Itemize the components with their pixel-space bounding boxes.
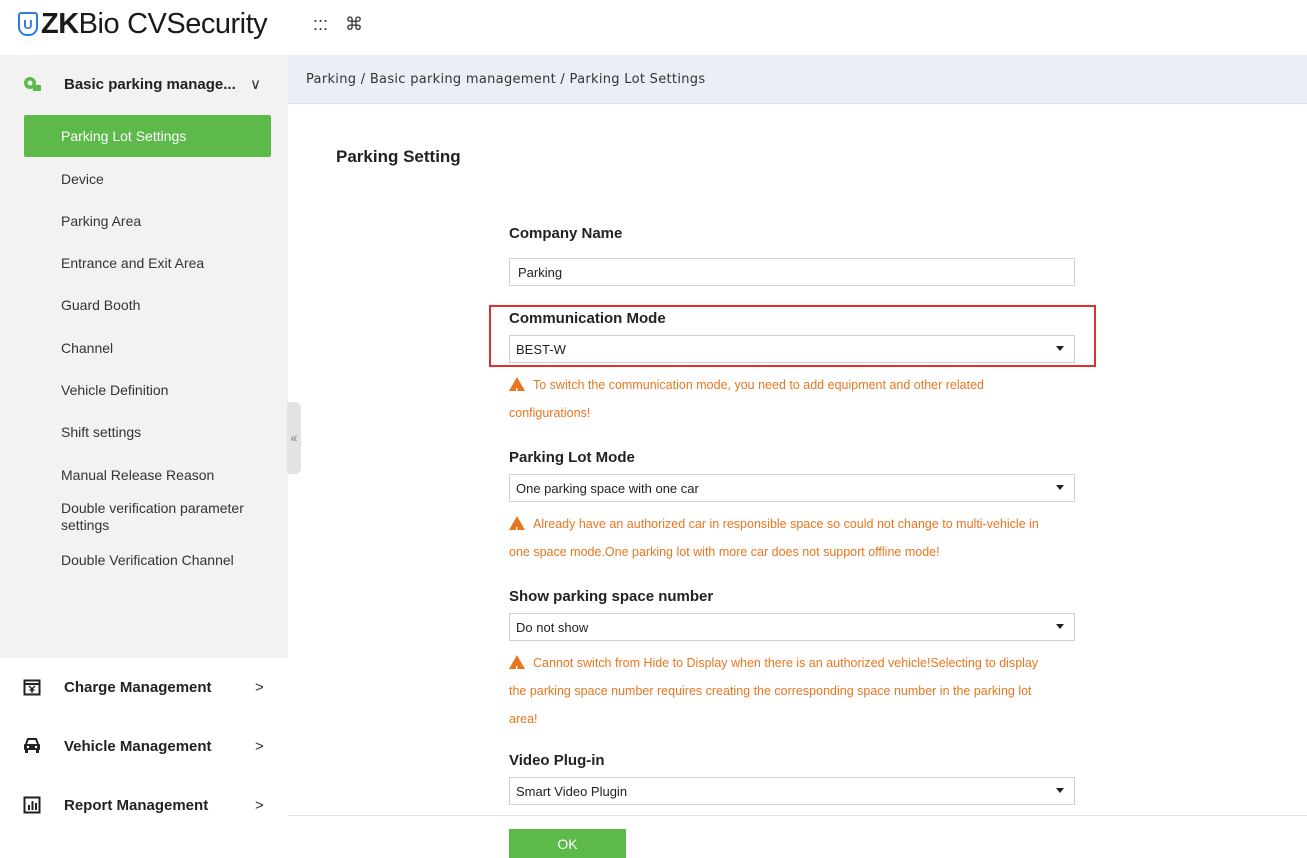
breadcrumb-bar: Parking / Basic parking management / Par… (288, 55, 1307, 104)
communication-mode-label: Communication Mode (509, 310, 666, 327)
sidebar: Basic parking manage... ∨ Parking Lot Se… (0, 55, 288, 858)
sidebar-item-shift-settings[interactable]: Shift settings (24, 411, 271, 453)
sidebar-item-parking-area[interactable]: Parking Area (24, 200, 271, 242)
sidebar-item-double-verification-params[interactable]: Double verification parameter settings (24, 496, 271, 538)
sidebar-item-guard-booth[interactable]: Guard Booth (24, 284, 271, 326)
sidebar-item-channel[interactable]: Channel (24, 327, 271, 369)
logo-zk-text: ZK (41, 7, 79, 40)
company-name-input[interactable] (509, 258, 1075, 286)
shield-logo-icon: U (18, 12, 38, 36)
parking-lot-mode-label: Parking Lot Mode (509, 449, 635, 466)
sidebar-item-parking-lot-settings[interactable]: Parking Lot Settings (24, 115, 271, 157)
communication-mode-value: BEST-W (516, 341, 566, 357)
sidebar-item-double-verification-channel[interactable]: Double Verification Channel (24, 539, 271, 581)
chevron-right-icon: > (255, 678, 264, 696)
top-header: U ZKBio CVSecurity ::: ⌘ (0, 0, 1307, 55)
chevron-down-icon: ∨ (250, 76, 261, 93)
sidebar-group-label: Report Management (64, 796, 209, 814)
warning-triangle-icon (509, 655, 525, 685)
sidebar-item-device[interactable]: Device (24, 158, 271, 200)
communication-mode-warning: To switch the communication mode, you ne… (509, 371, 1109, 427)
parking-lot-mode-value: One parking space with one car (516, 480, 699, 496)
show-space-number-label: Show parking space number (509, 588, 714, 605)
sidebar-item-entrance-exit-area[interactable]: Entrance and Exit Area (24, 242, 271, 284)
sidebar-group-charge-management[interactable]: Charge Management > (0, 666, 288, 708)
sidebar-group-basic-parking[interactable]: Basic parking manage... ∨ (0, 63, 288, 105)
ok-button[interactable]: OK (509, 829, 626, 858)
car-icon (22, 736, 42, 756)
show-space-number-value: Do not show (516, 619, 589, 635)
dropdown-arrow-icon (1056, 788, 1064, 793)
warning-triangle-icon (509, 516, 525, 546)
sidebar-module-list: Charge Management > Vehicle Management >… (0, 658, 288, 858)
command-icon[interactable]: ⌘ (345, 14, 363, 35)
communication-mode-select[interactable]: BEST-W (509, 335, 1075, 363)
sidebar-group-label: Basic parking manage... (64, 75, 236, 93)
footer-divider (288, 815, 1307, 816)
show-space-number-warning: Cannot switch from Hide to Display when … (509, 649, 1109, 733)
sidebar-item-vehicle-definition[interactable]: Vehicle Definition (24, 369, 271, 411)
dropdown-arrow-icon (1056, 485, 1064, 490)
sidebar-collapse-handle[interactable]: « (287, 402, 301, 474)
chevron-right-icon: > (255, 737, 264, 755)
parking-lot-mode-warning: Already have an authorized car in respon… (509, 510, 1109, 566)
video-plugin-select[interactable]: Smart Video Plugin (509, 777, 1075, 805)
logo-cvsecurity-text: CVSecurity (127, 7, 268, 40)
logo-bio-text: Bio (78, 7, 120, 40)
app-logo[interactable]: U ZKBio CVSecurity (18, 6, 268, 42)
apps-grid-icon[interactable]: ::: (313, 14, 328, 35)
charge-calendar-icon (22, 677, 42, 697)
sidebar-item-manual-release-reason[interactable]: Manual Release Reason (24, 454, 271, 496)
double-chevron-left-icon: « (290, 431, 298, 445)
sidebar-group-label: Charge Management (64, 678, 212, 696)
sidebar-group-label: Vehicle Management (64, 737, 212, 755)
company-name-label: Company Name (509, 225, 623, 242)
dropdown-arrow-icon (1056, 346, 1064, 351)
video-plugin-label: Video Plug-in (509, 752, 605, 769)
parking-lot-mode-select[interactable]: One parking space with one car (509, 474, 1075, 502)
page-title: Parking Setting (336, 147, 461, 166)
breadcrumb: Parking / Basic parking management / Par… (306, 72, 706, 87)
video-plugin-value: Smart Video Plugin (516, 783, 628, 799)
chevron-right-icon: > (255, 796, 264, 814)
sidebar-group-report-management[interactable]: Report Management > (0, 784, 288, 826)
dropdown-arrow-icon (1056, 624, 1064, 629)
show-space-number-select[interactable]: Do not show (509, 613, 1075, 641)
sidebar-group-vehicle-management[interactable]: Vehicle Management > (0, 725, 288, 767)
report-chart-icon (22, 795, 42, 815)
warning-triangle-icon (509, 377, 525, 407)
parking-gear-icon (22, 74, 42, 94)
